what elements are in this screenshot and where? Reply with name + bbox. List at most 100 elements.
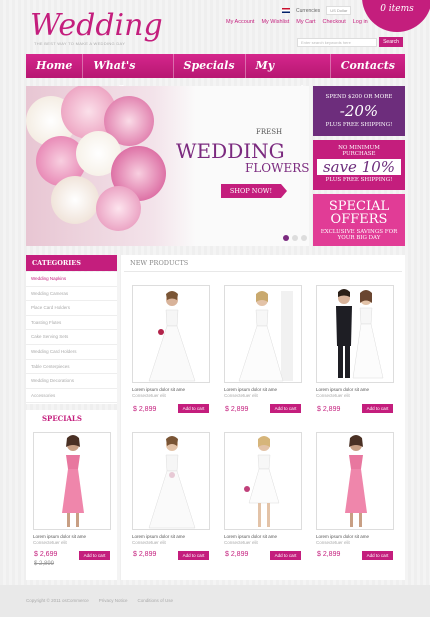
promo1-line1: SPEND $200 OR MORE — [325, 94, 393, 100]
product-subtitle: Consectetuer elit — [33, 540, 67, 545]
promo1-line2: PLUS FREE SHIPPING! — [325, 122, 393, 128]
product-price: $ 2,899 — [133, 406, 157, 413]
slider-dot-1[interactable] — [283, 235, 289, 241]
product-card: Lorem ipsum dolor sit ame Consectetuer e… — [316, 432, 398, 577]
link-log-in[interactable]: Log in — [353, 19, 368, 25]
product-card: Lorem ipsum dolor sit ame Consectetuer e… — [224, 285, 306, 430]
product-price: $ 2,899 — [317, 406, 341, 413]
add-to-cart-button[interactable]: Add to cart — [270, 551, 301, 560]
category-item[interactable]: Table Centerpieces — [26, 360, 117, 375]
top-links: My Account My Wishlist My Cart Checkout … — [226, 19, 368, 25]
cart-count: 0 items — [380, 4, 414, 14]
product-name[interactable]: Lorem ipsum dolor sit ame — [132, 534, 185, 539]
promo2-line2: PLUS FREE SHIPPING! — [325, 177, 393, 183]
add-to-cart-button[interactable]: Add to cart — [362, 404, 393, 413]
nav-whats-new[interactable]: What's new? — [83, 54, 174, 96]
search-input[interactable]: Enter search keywords here — [297, 38, 377, 47]
category-item[interactable]: Cake Serving Sets — [26, 330, 117, 345]
special-product-card: Lorem ipsum dolor sit ame Consectetuer e… — [33, 432, 115, 577]
footer-copyright: Copyright © 2011 osCommerce — [26, 598, 89, 603]
footer: Copyright © 2011 osCommerce Privacy Noti… — [26, 598, 173, 603]
heading-divider — [124, 271, 402, 272]
link-checkout[interactable]: Checkout — [323, 19, 346, 25]
product-name[interactable]: Lorem ipsum dolor sit ame — [316, 534, 369, 539]
uk-flag-icon[interactable] — [282, 8, 290, 13]
promo-save-10[interactable]: NO MINIMUM PURCHASE save 10% PLUS FREE S… — [313, 140, 405, 190]
new-products-heading: NEW PRODUCTS — [130, 259, 189, 267]
promo2-big: save 10% — [317, 159, 401, 175]
product-image[interactable] — [132, 285, 210, 383]
promo-spend-200[interactable]: SPEND $200 OR MORE -20% PLUS FREE SHIPPI… — [313, 86, 405, 136]
product-subtitle: Consectetuer elit — [224, 540, 258, 545]
promo1-big: -20% — [339, 102, 379, 120]
categories-heading: CATEGORIES — [26, 255, 117, 271]
category-item[interactable]: Wedding Napkins — [26, 272, 117, 287]
currency-row: Currencies US Dollar — [282, 6, 352, 15]
add-to-cart-button[interactable]: Add to cart — [178, 404, 209, 413]
category-item[interactable]: Wedding Cameras — [26, 287, 117, 302]
product-image[interactable] — [224, 432, 302, 530]
product-image[interactable] — [33, 432, 111, 530]
search-button[interactable]: Search — [379, 37, 403, 47]
currency-select[interactable]: US Dollar — [326, 6, 352, 15]
product-price: $ 2,699 — [34, 551, 58, 558]
add-to-cart-button[interactable]: Add to cart — [270, 404, 301, 413]
link-my-account[interactable]: My Account — [226, 19, 254, 25]
nav-my-account[interactable]: My account — [246, 54, 331, 96]
product-subtitle: Consectetuer elit — [316, 540, 350, 545]
currency-label: Currencies — [296, 7, 321, 14]
banner-fresh-text: FRESH — [256, 128, 283, 136]
footer-link-privacy[interactable]: Privacy Notice — [99, 598, 128, 603]
shop-now-button[interactable]: SHOP NOW! — [221, 184, 287, 198]
link-my-wishlist[interactable]: My Wishlist — [261, 19, 289, 25]
category-item[interactable]: Accessories — [26, 389, 117, 404]
product-name[interactable]: Lorem ipsum dolor sit ame — [224, 534, 277, 539]
nav-home[interactable]: Home — [26, 54, 84, 78]
promo3-big: OFFERS — [330, 212, 388, 227]
promo-special-offers[interactable]: SPECIAL OFFERS EXCLUSIVE SAVINGS FOR YOU… — [313, 194, 405, 246]
product-card: Lorem ipsum dolor sit ame Consectetuer e… — [132, 432, 214, 577]
add-to-cart-button[interactable]: Add to cart — [178, 551, 209, 560]
site-logo[interactable]: Wedding — [30, 8, 163, 43]
flower-bouquet-image — [26, 86, 176, 236]
logo-tagline: THE BEST WAY TO MAKE A WEDDING DAY — [34, 41, 126, 46]
nav-contacts[interactable]: Contacts — [331, 54, 405, 78]
product-subtitle: Consectetuer elit — [316, 393, 350, 398]
product-name[interactable]: Lorem ipsum dolor sit ame — [132, 387, 185, 392]
product-card: Lorem ipsum dolor sit ame Consectetuer e… — [316, 285, 398, 430]
category-item[interactable]: Wedding Card Holders — [26, 345, 117, 360]
product-image[interactable] — [316, 285, 394, 383]
category-item[interactable]: Toasting Flutes — [26, 316, 117, 331]
product-image[interactable] — [316, 432, 394, 530]
add-to-cart-button[interactable]: Add to cart — [362, 551, 393, 560]
promo3-line3: YOUR BIG DAY — [337, 235, 381, 241]
product-price: $ 2,899 — [225, 551, 249, 558]
slider-dot-2[interactable] — [292, 235, 298, 241]
main-nav: Home What's new? Specials My account Con… — [26, 54, 405, 96]
product-price: $ 2,899 — [225, 406, 249, 413]
product-card: Lorem ipsum dolor sit ame Consectetuer e… — [224, 432, 306, 577]
slider-dot-3[interactable] — [301, 235, 307, 241]
add-to-cart-button[interactable]: Add to cart — [79, 551, 110, 560]
hero-banner[interactable]: FRESH WEDDING FLOWERS SHOP NOW! — [26, 86, 309, 246]
product-card: Lorem ipsum dolor sit ame Consectetuer e… — [132, 285, 214, 430]
nav-specials[interactable]: Specials — [174, 54, 246, 78]
categories-list: Wedding Napkins Wedding Cameras Place Ca… — [26, 272, 117, 404]
banner-wedding-text: WEDDING — [176, 139, 285, 163]
specials-heading: SPECIALS — [42, 414, 82, 423]
product-price: $ 2,899 — [317, 551, 341, 558]
product-image[interactable] — [224, 285, 302, 383]
footer-link-conditions[interactable]: Conditions of Use — [138, 598, 174, 603]
product-image[interactable] — [132, 432, 210, 530]
category-item[interactable]: Wedding Decorations — [26, 374, 117, 389]
product-old-price: $ 2,899 — [34, 561, 55, 567]
product-name[interactable]: Lorem ipsum dolor sit ame — [224, 387, 277, 392]
promo2-line1b: PURCHASE — [342, 151, 376, 157]
product-subtitle: Consectetuer elit — [132, 393, 166, 398]
link-my-cart[interactable]: My Cart — [296, 19, 315, 25]
category-item[interactable]: Place Card Holders — [26, 301, 117, 316]
banner-flowers-text: FLOWERS — [245, 161, 309, 175]
product-subtitle: Consectetuer elit — [224, 393, 258, 398]
product-name[interactable]: Lorem ipsum dolor sit ame — [316, 387, 369, 392]
product-name[interactable]: Lorem ipsum dolor sit ame — [33, 534, 86, 539]
